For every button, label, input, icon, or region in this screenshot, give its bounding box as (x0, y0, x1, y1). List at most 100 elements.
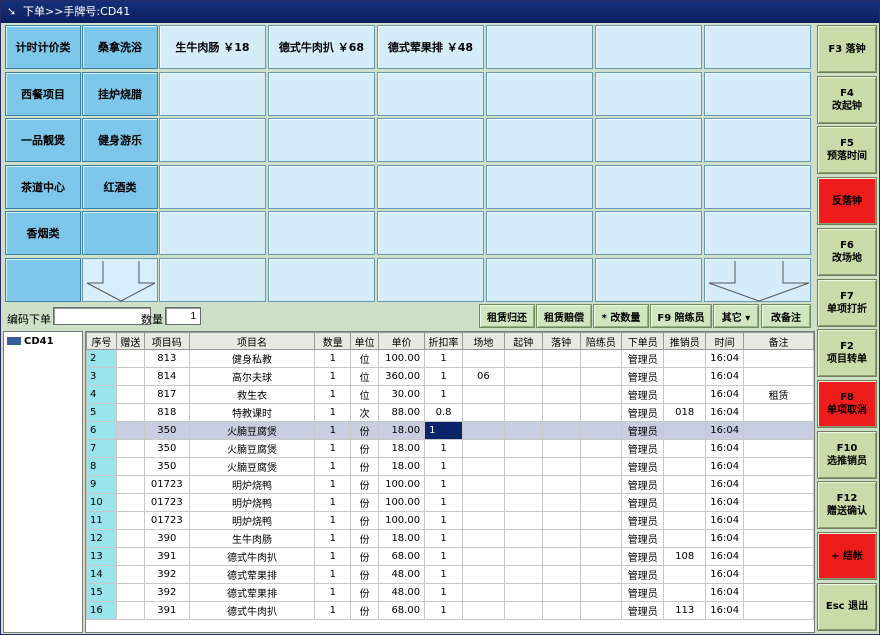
function-key-button[interactable]: F3 落钟 (817, 25, 877, 73)
table-cell[interactable] (115, 403, 145, 422)
table-cell[interactable]: 管理员 (621, 547, 665, 566)
table-cell[interactable]: 1 (314, 457, 352, 476)
table-cell[interactable]: 1 (314, 583, 352, 602)
table-cell[interactable]: 18.00 (378, 457, 426, 476)
table-cell[interactable]: 份 (350, 511, 380, 530)
rent-return-button[interactable]: 租赁归还 (479, 304, 535, 328)
table-cell[interactable]: 1 (314, 601, 352, 620)
table-cell[interactable]: 350 (143, 457, 190, 476)
category-button[interactable]: 健身游乐 (82, 118, 158, 162)
table-cell[interactable]: 管理员 (621, 385, 665, 404)
table-cell[interactable]: 16:04 (705, 385, 745, 404)
function-key-button[interactable]: F7 单项打折 (817, 278, 877, 327)
table-row[interactable]: 7 350 火腩豆腐煲 1 份 18.00 1 管理员 16:04 (86, 439, 814, 458)
table-cell[interactable]: 8 (86, 457, 117, 476)
table-cell[interactable] (461, 403, 505, 422)
table-cell[interactable] (663, 511, 707, 530)
table-cell[interactable] (461, 457, 505, 476)
table-cell[interactable]: 100.00 (378, 475, 426, 494)
table-cell[interactable] (503, 511, 543, 530)
table-cell[interactable] (503, 349, 543, 368)
table-cell[interactable]: 管理员 (621, 493, 665, 512)
column-header[interactable]: 时间 (705, 332, 745, 350)
item-button[interactable] (377, 164, 484, 209)
category-button[interactable]: 挂炉烧腊 (82, 71, 158, 116)
table-cell[interactable]: 100.00 (378, 349, 426, 368)
table-row[interactable]: 12 390 生牛肉肠 1 份 18.00 1 管理员 16:04 (86, 529, 814, 548)
table-cell[interactable] (461, 601, 505, 620)
table-cell[interactable]: 9 (86, 475, 117, 494)
column-header[interactable]: 序号 (86, 332, 117, 350)
change-remark-button[interactable]: 改备注 (761, 304, 811, 328)
table-cell[interactable] (115, 493, 145, 512)
table-cell[interactable]: 明炉烧鸭 (188, 511, 316, 530)
table-cell[interactable]: 01723 (143, 475, 190, 494)
table-cell[interactable] (115, 349, 145, 368)
table-cell[interactable]: 11 (86, 511, 117, 530)
table-cell[interactable]: 健身私教 (188, 349, 316, 368)
table-cell[interactable]: 1 (424, 385, 463, 404)
column-header[interactable]: 陪练员 (579, 332, 623, 350)
table-cell[interactable]: 1 (314, 421, 352, 440)
table-cell[interactable] (541, 385, 581, 404)
table-cell[interactable]: 16:04 (705, 493, 745, 512)
table-cell[interactable]: 管理员 (621, 475, 665, 494)
table-cell[interactable] (579, 457, 623, 476)
table-cell[interactable]: 16:04 (705, 601, 745, 620)
table-cell[interactable]: 16 (86, 601, 117, 620)
table-cell[interactable] (541, 457, 581, 476)
table-cell[interactable] (743, 349, 814, 368)
item-button[interactable] (268, 211, 375, 255)
table-cell[interactable] (503, 547, 543, 566)
column-header[interactable]: 折扣率 (424, 332, 463, 350)
function-key-button[interactable]: F8 单项取消 (817, 379, 877, 428)
rent-compensation-button[interactable]: 租赁赔偿 (536, 304, 592, 328)
function-key-button[interactable]: F4 改起钟 (817, 75, 877, 124)
function-key-button[interactable]: F2 项目转单 (817, 329, 877, 378)
table-cell[interactable]: 份 (350, 457, 380, 476)
item-button[interactable] (159, 211, 266, 255)
table-cell[interactable]: 份 (350, 547, 380, 566)
table-cell[interactable] (503, 583, 543, 602)
table-cell[interactable]: 813 (143, 349, 190, 368)
table-cell[interactable]: 1 (424, 421, 463, 440)
table-cell[interactable] (663, 457, 707, 476)
table-cell[interactable] (541, 475, 581, 494)
table-cell[interactable]: 管理员 (621, 583, 665, 602)
table-cell[interactable]: 份 (350, 583, 380, 602)
category-blank-button[interactable] (5, 257, 81, 302)
table-cell[interactable] (461, 385, 505, 404)
table-cell[interactable]: 特教课时 (188, 403, 316, 422)
column-header[interactable]: 备注 (743, 332, 814, 350)
table-cell[interactable]: 7 (86, 439, 117, 458)
column-header[interactable]: 项目名 (188, 332, 316, 350)
table-cell[interactable] (503, 493, 543, 512)
trainer-button[interactable]: F9 陪练员 (650, 304, 712, 328)
category-button[interactable]: 一品靓煲 (5, 118, 81, 162)
table-cell[interactable]: 3 (86, 367, 117, 386)
table-cell[interactable]: 明炉烧鸭 (188, 475, 316, 494)
table-row[interactable]: 6 350 火腩豆腐煲 1 份 18.00 1 管理员 16:04 (86, 421, 814, 440)
table-cell[interactable]: 100.00 (378, 511, 426, 530)
other-dropdown[interactable]: 其它 ▾ (713, 304, 759, 328)
table-cell[interactable]: 391 (143, 547, 190, 566)
table-cell[interactable] (743, 601, 814, 620)
item-button[interactable] (595, 25, 702, 69)
column-header[interactable]: 推销员 (663, 332, 707, 350)
table-cell[interactable] (743, 475, 814, 494)
table-cell[interactable]: 14 (86, 565, 117, 584)
table-cell[interactable] (503, 529, 543, 548)
table-cell[interactable]: 管理员 (621, 457, 665, 476)
table-cell[interactable]: 份 (350, 565, 380, 584)
table-cell[interactable] (663, 493, 707, 512)
table-cell[interactable]: 392 (143, 583, 190, 602)
change-quantity-button[interactable]: * 改数量 (593, 304, 649, 328)
table-cell[interactable]: 18.00 (378, 439, 426, 458)
table-cell[interactable]: 16:04 (705, 457, 745, 476)
table-cell[interactable]: 391 (143, 601, 190, 620)
category-button[interactable]: 计时计价类 (5, 25, 81, 69)
table-cell[interactable] (461, 493, 505, 512)
table-cell[interactable]: 16:04 (705, 421, 745, 440)
table-cell[interactable]: 16:04 (705, 439, 745, 458)
category-scroll-down-button[interactable] (82, 257, 158, 302)
